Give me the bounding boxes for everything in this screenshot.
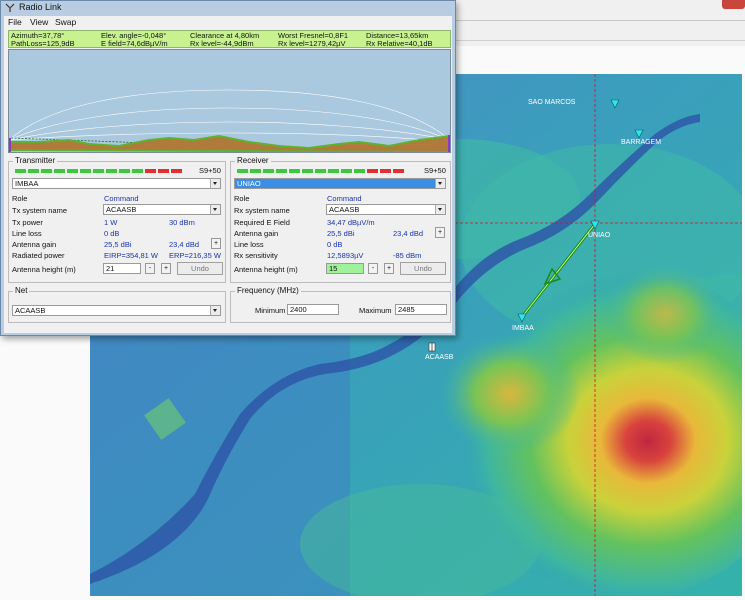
rx-system-label: Rx system name — [234, 206, 290, 215]
site-label-sao-marcos: SAO MARCOS — [528, 99, 576, 106]
radio-antenna-icon — [5, 3, 15, 12]
tx-system-value: ACAASB — [106, 205, 137, 214]
chevron-down-icon — [435, 179, 445, 188]
rx-height-plus-button[interactable]: + — [384, 263, 394, 274]
tx-station-select[interactable]: IMBAA — [12, 178, 221, 189]
radio-link-window: Radio Link File View Swap Azimuth=37,78°… — [0, 0, 456, 336]
receiver-title: Receiver — [235, 156, 271, 165]
main-close-button[interactable] — [722, 0, 745, 9]
net-title: Net — [13, 286, 30, 295]
chevron-down-icon — [435, 205, 445, 214]
tx-height-label: Antenna height (m) — [12, 265, 76, 274]
freq-min-input[interactable]: 2400 — [287, 304, 339, 315]
rx-gain-plus-button[interactable]: + — [435, 227, 445, 238]
rx-req-label: Required E Field — [234, 218, 290, 227]
toolbar-separator — [455, 20, 745, 21]
rx-gain-dbi: 25,5 dBi — [327, 229, 355, 238]
terrain-profile — [8, 49, 451, 153]
tx-gain-dbd: 23,4 dBd — [169, 240, 200, 249]
menu-bar: File View Swap — [4, 16, 452, 29]
net-group: Net ACAASB — [8, 286, 226, 323]
transmitter-group: Transmitter S9+50 IMBAA Role Command Tx … — [8, 156, 226, 283]
tx-gain-label: Antenna gain — [12, 240, 57, 249]
site-label-barragem: BARRAGEM — [621, 139, 662, 146]
menu-swap[interactable]: Swap — [55, 17, 76, 27]
rx-signal-meter — [237, 169, 413, 173]
rx-role-value[interactable]: Command — [327, 194, 362, 203]
rx-height-minus-button[interactable]: - — [368, 263, 378, 274]
rx-sens-label: Rx sensitivity — [234, 251, 278, 260]
link-info-panel: Azimuth=37,78° Elev. angle=-0,048° Clear… — [8, 30, 451, 48]
transmitter-title: Transmitter — [13, 156, 58, 165]
tx-height-minus-button[interactable]: - — [145, 263, 155, 274]
info-rx-uv: Rx level=1279,42µV — [278, 39, 346, 48]
freq-min-label: Minimum — [255, 306, 286, 315]
dialog-client: Azimuth=37,78° Elev. angle=-0,048° Clear… — [4, 29, 452, 333]
site-label-imbaa: IMBAA — [512, 325, 534, 332]
rx-height-label: Antenna height (m) — [234, 265, 298, 274]
tx-signal-text: S9+50 — [199, 166, 221, 175]
tx-system-label: Tx system name — [12, 206, 68, 215]
rx-signal-text: S9+50 — [424, 166, 446, 175]
toolbar-separator — [455, 40, 745, 41]
tx-lineloss-value: 0 dB — [104, 229, 120, 238]
net-select[interactable]: ACAASB — [12, 305, 221, 316]
chevron-down-icon — [210, 205, 220, 214]
tx-role-label: Role — [12, 194, 28, 203]
tx-role-value[interactable]: Command — [104, 194, 139, 203]
tx-power-dbm: 30 dBm — [169, 218, 195, 227]
site-label-acaasb: ACAASB — [425, 354, 454, 361]
rx-height-input[interactable]: 15 — [326, 263, 364, 274]
tx-undo-button[interactable]: Undo — [177, 262, 223, 275]
info-rx-relative: Rx Relative=40,1dB — [366, 39, 433, 48]
tx-height-input[interactable]: 21 — [103, 263, 141, 274]
rx-sens-dbm: -85 dBm — [393, 251, 422, 260]
rx-undo-button[interactable]: Undo — [400, 262, 446, 275]
receiver-group: Receiver S9+50 UNIAO Role Command Rx sys… — [230, 156, 451, 283]
tx-height-plus-button[interactable]: + — [161, 263, 171, 274]
rx-system-value: ACAASB — [329, 205, 360, 214]
tx-gain-plus-button[interactable]: + — [211, 238, 221, 249]
tx-power-w: 1 W — [104, 218, 118, 227]
menu-view[interactable]: View — [30, 17, 48, 27]
tx-signal-meter — [15, 169, 191, 173]
site-label-uniao: UNIAO — [588, 232, 611, 239]
info-pathloss: PathLoss=125,9dB — [11, 39, 75, 48]
chevron-down-icon — [210, 179, 220, 188]
frequency-title: Frequency (MHz) — [235, 286, 301, 295]
tx-lineloss-label: Line loss — [12, 229, 42, 238]
rx-req-value: 34,47 dBµV/m — [327, 218, 375, 227]
info-efield: E field=74,6dBµV/m — [101, 39, 168, 48]
freq-max-input[interactable]: 2485 — [395, 304, 447, 315]
menu-file[interactable]: File — [8, 17, 22, 27]
frequency-group: Frequency (MHz) Minimum 2400 Maximum 248… — [230, 286, 451, 323]
tx-power-label: Tx power — [12, 218, 43, 227]
rx-gain-dbd: 23,4 dBd — [393, 229, 424, 238]
rx-lineloss-label: Line loss — [234, 240, 264, 249]
tx-station-value: IMBAA — [15, 179, 39, 188]
chevron-down-icon — [210, 306, 220, 315]
tx-gain-dbi: 25,5 dBi — [104, 240, 132, 249]
rx-gain-label: Antenna gain — [234, 229, 279, 238]
rx-sens-uv: 12,5893µV — [327, 251, 364, 260]
rx-station-select[interactable]: UNIAO — [234, 178, 446, 189]
window-title: Radio Link — [19, 2, 62, 12]
tx-erp: ERP=216,35 W — [169, 251, 221, 260]
rx-station-value: UNIAO — [237, 179, 261, 188]
rx-role-label: Role — [234, 194, 250, 203]
rx-lineloss-value: 0 dB — [327, 240, 343, 249]
rx-system-select[interactable]: ACAASB — [326, 204, 446, 215]
title-bar[interactable]: Radio Link — [1, 1, 455, 15]
tx-radiated-label: Radiated power — [12, 251, 65, 260]
freq-max-label: Maximum — [359, 306, 392, 315]
net-value: ACAASB — [15, 306, 46, 315]
tx-system-select[interactable]: ACAASB — [103, 204, 221, 215]
info-rx-dbm: Rx level=-44,9dBm — [190, 39, 254, 48]
tx-eirp: EIRP=354,81 W — [104, 251, 158, 260]
